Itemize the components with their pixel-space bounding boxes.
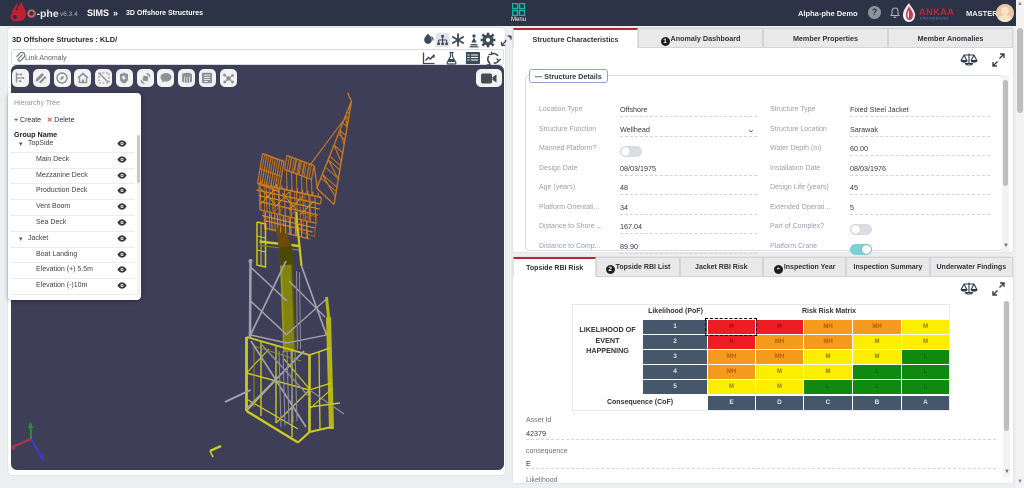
svg-text:-phe: -phe: [37, 8, 59, 20]
svg-text:ENGINEERING: ENGINEERING: [920, 17, 948, 21]
svg-text:ANKAA: ANKAA: [919, 7, 955, 17]
